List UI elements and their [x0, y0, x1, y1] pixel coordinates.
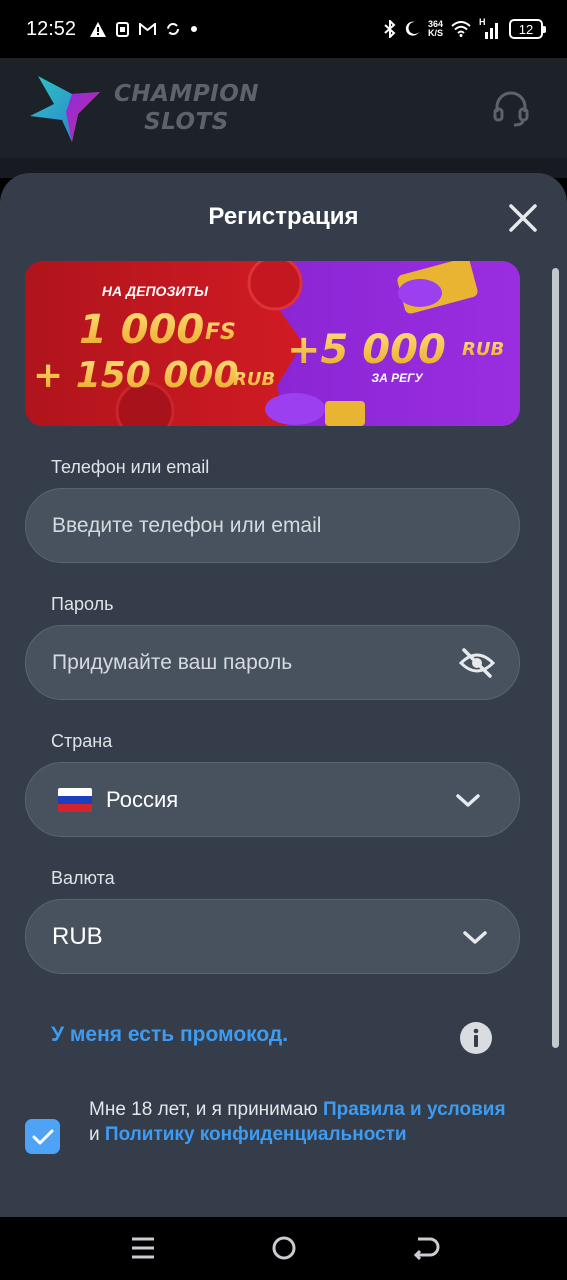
network-speed-unit: K/S	[427, 28, 443, 38]
phone-label: Телефон или email	[51, 457, 210, 477]
back-icon[interactable]	[410, 1233, 440, 1263]
checkmark-icon	[32, 1129, 53, 1144]
terms-middle: и	[89, 1124, 105, 1145]
banner-rub-unit: RUB	[233, 369, 275, 390]
battery-level: 12	[518, 21, 534, 37]
system-icons: 364 K/S H 12	[384, 17, 546, 39]
cell-signal: H	[479, 17, 501, 39]
status-time: 12:52	[26, 17, 77, 40]
currency-value: RUB	[52, 922, 103, 950]
bow-decoration	[265, 393, 325, 425]
russia-flag-icon	[58, 787, 92, 812]
headset-icon[interactable]	[492, 90, 530, 128]
phone-email-placeholder: Введите телефон или email	[52, 513, 322, 537]
logo-line-2: SLOTS	[144, 109, 229, 135]
logo-star-icon[interactable]	[26, 72, 104, 144]
dot-icon	[191, 26, 198, 32]
banner-reg-label: ЗА РЕГУ	[371, 371, 423, 385]
password-placeholder: Придумайте ваш пароль	[52, 650, 293, 674]
country-value: Россия	[106, 786, 179, 812]
banner-rub-amount: + 150 000	[33, 355, 239, 396]
terms-rules-link[interactable]: Правила и условия	[323, 1099, 506, 1120]
app-header: CHAMPION SLOTS	[0, 58, 567, 158]
scrollbar[interactable]	[552, 268, 559, 1048]
system-nav-bar	[0, 1217, 567, 1280]
eye-off-icon[interactable]	[459, 647, 495, 679]
banner-deposit-label: НА ДЕПОЗИТЫ	[102, 283, 209, 299]
close-icon[interactable]	[506, 201, 540, 235]
gift-decoration	[325, 401, 365, 426]
moon-icon	[405, 21, 419, 36]
chevron-down-icon	[456, 794, 480, 807]
info-icon[interactable]	[459, 1021, 493, 1055]
registration-modal: Регистрация НА ДЕПОЗИТЫ 1 000 FS + 150 0…	[0, 173, 567, 1217]
promo-banner[interactable]: НА ДЕПОЗИТЫ 1 000 FS + 150 000 RUB +5 00…	[25, 261, 520, 426]
banner-reg-unit: RUB	[462, 339, 504, 360]
currency-label: Валюта	[51, 868, 115, 888]
country-select[interactable]: Россия	[25, 762, 520, 837]
promo-code-link[interactable]: У меня есть промокод.	[51, 1023, 288, 1047]
banner-fs-unit: FS	[205, 320, 236, 345]
warning-icon	[90, 21, 107, 37]
password-label: Пароль	[51, 594, 114, 614]
terms-prefix: Мне 18 лет, и я принимаю	[89, 1099, 323, 1120]
agree-checkbox[interactable]	[25, 1119, 60, 1154]
modal-title: Регистрация	[208, 203, 359, 230]
terms-text: Мне 18 лет, и я принимаю Правила и услов…	[89, 1097, 509, 1147]
sync-icon	[167, 23, 180, 35]
logo-line-1: CHAMPION	[114, 81, 260, 107]
bow-decoration	[398, 279, 442, 307]
network-speed: 364 K/S	[428, 20, 443, 38]
status-bar: 12:52 364 K/S H 12	[0, 0, 567, 58]
menu-icon[interactable]	[128, 1233, 158, 1263]
battery-indicator: 12	[509, 19, 546, 39]
banner-fs-amount: 1 000	[79, 307, 204, 353]
home-icon[interactable]	[269, 1233, 299, 1263]
notification-icons	[90, 21, 198, 37]
banner-reg-amount: +5 000	[287, 327, 446, 373]
phone-email-input[interactable]: Введите телефон или email	[25, 488, 520, 563]
bluetooth-icon	[384, 20, 396, 38]
gmail-icon	[139, 22, 157, 35]
country-label: Страна	[51, 731, 113, 751]
chevron-down-icon	[463, 931, 487, 944]
sim-icon	[116, 21, 130, 37]
privacy-policy-link[interactable]: Политику конфиденциальности	[105, 1124, 407, 1145]
wifi-icon	[451, 21, 471, 37]
logo-text[interactable]: CHAMPION SLOTS	[114, 80, 259, 136]
coin-decoration	[247, 261, 303, 311]
password-input[interactable]: Придумайте ваш пароль	[25, 625, 520, 700]
signal-icon	[485, 23, 498, 39]
banner-graphic: НА ДЕПОЗИТЫ 1 000 FS + 150 000 RUB +5 00…	[25, 261, 520, 426]
currency-select[interactable]: RUB	[25, 899, 520, 974]
